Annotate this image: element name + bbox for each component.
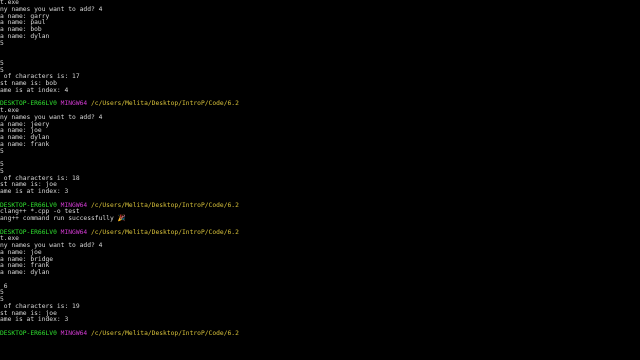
terminal-line: 5 — [0, 67, 640, 75]
terminal-line: 5 — [0, 161, 640, 169]
terminal-line: 5 — [0, 147, 640, 156]
prompt-host: DESKTOP-ER66LV0 — [0, 329, 61, 337]
terminal-line: a name: garry — [0, 13, 640, 21]
prompt-shell: MINGW64 — [60, 100, 92, 108]
terminal-line: st name is: joe — [0, 310, 640, 318]
terminal-line: a name: joe — [0, 249, 640, 257]
terminal-line: a name: dylan — [0, 32, 640, 41]
terminal-line: a name: frank — [0, 140, 640, 149]
terminal-window[interactable]: t.exe ny names you want to add? 4a name: … — [0, 0, 640, 360]
terminal-line: a name: paul — [0, 19, 640, 27]
terminal-line: 5 — [0, 296, 640, 304]
terminal-line: st name is: joe — [0, 181, 640, 189]
terminal-line: of characters is: 18 — [0, 175, 640, 183]
prompt-shell: MINGW64 — [60, 228, 92, 236]
terminal-line: 5 — [0, 39, 640, 48]
terminal-line: ny names you want to add? 4 — [0, 114, 640, 122]
terminal-line: a name: dylan — [0, 134, 640, 142]
terminal-text: ame is at index: 3 — [0, 188, 69, 195]
terminal-text: ame is at index: 3 — [0, 316, 69, 324]
terminal-line: a name: frank — [0, 262, 640, 270]
terminal-text: a name: dylan — [0, 32, 50, 40]
terminal-line: a name: bridge — [0, 256, 640, 264]
terminal-line: DESKTOP-ER66LV0 MINGW64 /c/Users/Melita/… — [0, 100, 640, 108]
terminal-line: ny names you want to add? 4 — [0, 242, 640, 250]
prompt-path: /c/Users/Melita/Desktop/IntroP/Code/6.2 — [91, 329, 239, 337]
terminal-line: DESKTOP-ER66LV0 MINGW64 /c/Users/Melita/… — [0, 329, 640, 338]
prompt-path: /c/Users/Melita/Desktop/IntroP/Code/6.2 — [91, 228, 239, 236]
terminal-text: 5 — [0, 147, 4, 155]
terminal-text: ame is at index: 4 — [0, 86, 69, 94]
prompt-path: /c/Users/Melita/Desktop/IntroP/Code/6.2 — [91, 201, 239, 209]
terminal-text: 5 — [0, 39, 4, 47]
prompt-shell: MINGW64 — [60, 329, 92, 337]
terminal-line: a name: joe — [0, 127, 640, 135]
terminal-line: 5 — [0, 168, 640, 176]
terminal-line: ang++ command run successfully 🎉 — [0, 215, 640, 223]
terminal-line: DESKTOP-ER66LV0 MINGW64 /c/Users/Melita/… — [0, 228, 640, 237]
terminal-text: a name: dylan — [0, 269, 50, 276]
terminal-line: 5 — [0, 60, 640, 68]
terminal-line: ny names you want to add? 4 — [0, 6, 640, 14]
prompt-path: /c/Users/Melita/Desktop/IntroP/Code/6.2 — [91, 100, 239, 108]
terminal-line: of characters is: 19 — [0, 303, 640, 311]
terminal-line: a name: bob — [0, 26, 640, 34]
terminal-line: a name: jeery — [0, 121, 640, 129]
terminal-text: ang++ command run successfully 🎉 — [0, 215, 126, 222]
terminal-text: a name: frank — [0, 140, 50, 148]
terminal-line: a name: dylan — [0, 269, 640, 277]
terminal-line: st name is: bob — [0, 80, 640, 88]
terminal-line: 6 — [0, 283, 640, 291]
terminal-line: ame is at index: 4 — [0, 86, 640, 95]
terminal-line: ame is at index: 3 — [0, 316, 640, 324]
terminal-line: ame is at index: 3 — [0, 188, 640, 196]
terminal-line: DESKTOP-ER66LV0 MINGW64 /c/Users/Melita/… — [0, 201, 640, 210]
terminal-line: 5 — [0, 289, 640, 297]
terminal-line: of characters is: 17 — [0, 73, 640, 81]
